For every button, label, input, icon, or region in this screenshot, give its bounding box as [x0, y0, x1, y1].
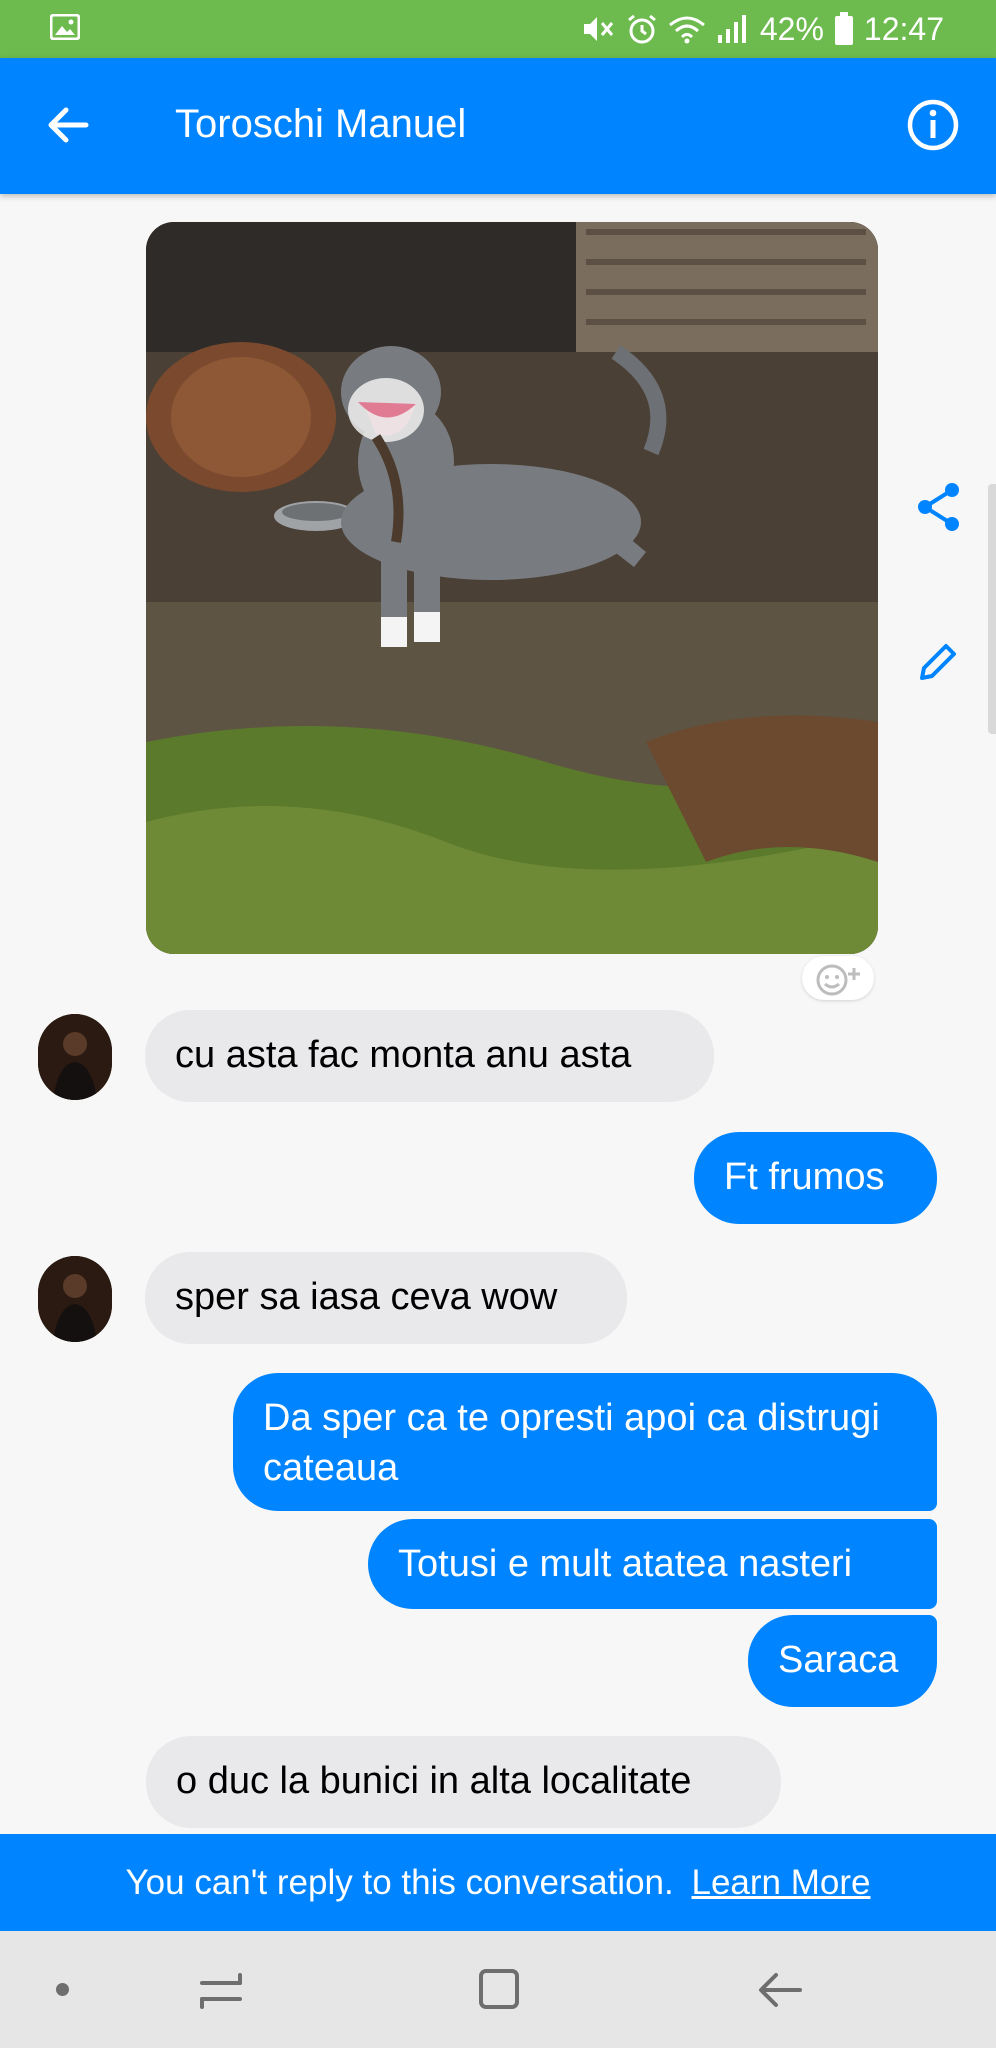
add-reaction-button[interactable] [802, 956, 874, 1000]
message-bubble[interactable]: cu asta fac monta anu asta [145, 1010, 714, 1102]
message-bubble[interactable]: Totusi e mult atatea nasteri [368, 1519, 937, 1609]
battery-percent: 42% [759, 10, 824, 47]
info-icon[interactable] [904, 96, 962, 154]
gallery-icon [50, 14, 80, 40]
shared-photo[interactable] [146, 222, 878, 954]
wifi-icon [668, 16, 705, 44]
nav-dot-icon[interactable] [56, 1983, 69, 1996]
home-icon[interactable] [477, 1967, 521, 2011]
conversation-header: Toroschi Manuel [0, 58, 996, 194]
avatar [38, 1014, 112, 1100]
status-bar: 42% 12:47 [0, 0, 996, 58]
message-bubble[interactable]: Da sper ca te opresti apoi ca distrugi c… [233, 1373, 937, 1511]
message-bubble[interactable]: o duc la bunici in alta localitate [146, 1736, 781, 1828]
add-reaction-icon [816, 964, 860, 996]
recent-apps-icon[interactable] [196, 1969, 246, 2013]
learn-more-link[interactable]: Learn More [691, 1863, 870, 1902]
clock: 12:47 [863, 10, 944, 47]
share-icon[interactable] [914, 480, 964, 534]
message-bubble[interactable]: Ft frumos [694, 1132, 937, 1224]
avatar [38, 1256, 112, 1342]
message-bubble[interactable]: Saraca [748, 1615, 937, 1707]
edit-icon[interactable] [914, 638, 962, 686]
contact-name: Toroschi Manuel [175, 102, 467, 146]
system-navigation-bar [0, 1931, 996, 2048]
back-arrow-icon[interactable] [40, 96, 98, 154]
scroll-indicator[interactable] [988, 484, 996, 734]
signal-icon [717, 15, 746, 43]
back-icon[interactable] [756, 1967, 804, 2013]
reply-disabled-banner: You can't reply to this conversation. Le… [0, 1834, 996, 1931]
mute-icon [583, 17, 614, 41]
alarm-icon [627, 14, 656, 44]
reply-disabled-text: You can't reply to this conversation. [125, 1863, 674, 1902]
battery-icon [834, 12, 853, 45]
dog-photo-image [146, 222, 878, 954]
message-bubble[interactable]: sper sa iasa ceva wow [145, 1252, 627, 1344]
message-list[interactable]: cu asta fac monta anu asta Ft frumos spe… [0, 194, 996, 1834]
